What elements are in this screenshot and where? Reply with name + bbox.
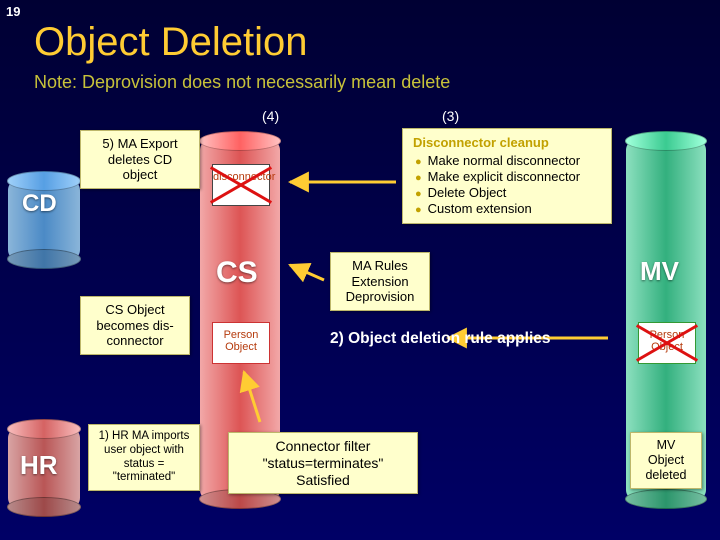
- slide-number: 19: [6, 4, 20, 19]
- mv-object-person: Person Object: [638, 322, 696, 364]
- callout-connector-filter: Connector filter "status=terminates" Sat…: [228, 432, 418, 494]
- dc-item-explicit: Make explicit disconnector: [415, 169, 601, 185]
- cs-object-person: Person Object: [212, 322, 270, 364]
- stage-4-label: (4): [262, 108, 279, 124]
- dc-item-delete: Delete Object: [415, 185, 601, 201]
- subtitle: Note: Deprovision does not necessarily m…: [34, 72, 450, 93]
- cd-label: CD: [22, 190, 57, 218]
- disconnector-cleanup-header: Disconnector cleanup: [413, 135, 601, 151]
- dc-item-normal: Make normal disconnector: [415, 153, 601, 169]
- person-object-text: Person Object: [224, 329, 259, 353]
- callout-cs-disconnector: CS Object becomes dis-connector: [80, 296, 190, 355]
- callout-ma-rules: MA Rules Extension Deprovision: [330, 252, 430, 311]
- callout-mv-deleted: MV Object deleted: [630, 432, 702, 489]
- page-title: Object Deletion: [34, 20, 307, 65]
- callout-step1: 1) HR MA imports user object with status…: [88, 424, 200, 491]
- callout-disconnector-cleanup: Disconnector cleanup Make normal disconn…: [402, 128, 612, 224]
- cs-object-disconnector: disconnector: [212, 164, 270, 206]
- rule-2-text: 2) Object deletion rule applies: [330, 330, 551, 348]
- mv-label: MV: [640, 256, 679, 287]
- callout-step5: 5) MA Export deletes CD object: [80, 130, 200, 189]
- stage-3-label: (3): [442, 108, 459, 124]
- dc-item-custom: Custom extension: [415, 201, 601, 217]
- hr-label: HR: [20, 450, 58, 481]
- cs-label: CS: [216, 256, 258, 290]
